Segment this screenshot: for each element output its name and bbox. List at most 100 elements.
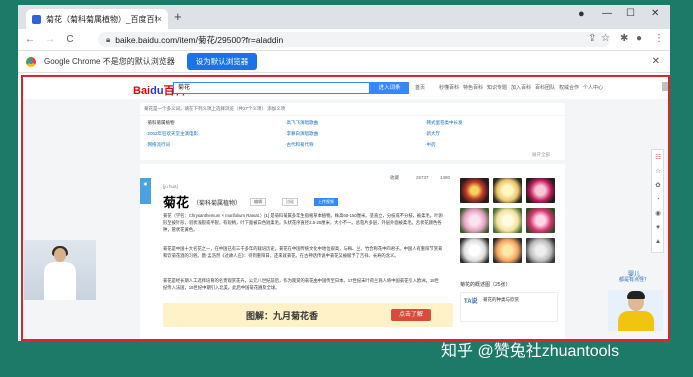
maximize-button[interactable]: ☐ xyxy=(626,8,635,19)
back-to-top-icon[interactable]: ▲ xyxy=(654,238,662,246)
ad-person-hair xyxy=(627,291,645,299)
watermark: 知乎 @赞兔社zhuantools xyxy=(441,343,620,360)
baidu-favicon-icon xyxy=(32,14,41,24)
pinyin-label: [jú huā] xyxy=(163,184,178,189)
gallery-image[interactable] xyxy=(493,208,522,233)
menu-dots-icon[interactable]: ⋮ xyxy=(654,33,664,44)
top-link-join[interactable]: 加入百科 xyxy=(511,84,531,91)
reload-icon[interactable]: C xyxy=(62,34,78,45)
banner-learn-more-button[interactable]: 点击了解 xyxy=(391,309,431,321)
infobar-message: Google Chrome 不是您的默认浏览器 xyxy=(44,57,175,66)
browser-tab[interactable]: 菊花（菊科菊属植物）_百度百科 × xyxy=(26,9,168,29)
tab-close-icon[interactable]: × xyxy=(157,14,162,24)
gallery-image[interactable] xyxy=(526,238,555,263)
image-gallery[interactable]: 菊花的概述图（25张） xyxy=(460,178,558,291)
presenter-body xyxy=(44,262,76,300)
new-tab-button[interactable]: + xyxy=(174,9,182,24)
comment-icon[interactable]: ◔ xyxy=(654,196,662,204)
top-link-partners[interactable]: 权威合作 xyxy=(559,84,579,91)
enter-entry-button[interactable]: 进入词条 xyxy=(370,82,409,94)
favorite-link[interactable]: 收藏 xyxy=(390,175,399,181)
page-title: 菊花 xyxy=(163,195,190,210)
catalog-icon[interactable]: ☷ xyxy=(654,154,662,162)
url-text: baike.baidu.com/item/菊花/29500?fr=aladdin xyxy=(115,34,284,45)
address-bar-row: ← → C 🔒︎ baike.baidu.com/item/菊花/29500?f… xyxy=(18,29,670,50)
close-window-button[interactable]: ✕ xyxy=(651,8,659,19)
side-tool-rail: ☷ ☆ ✿ ◔ ◉ ♥ ▲ xyxy=(651,149,664,253)
gallery-image[interactable] xyxy=(460,238,489,263)
lock-icon: 🔒︎ xyxy=(106,34,111,44)
edit-button[interactable]: 编辑 xyxy=(250,198,266,206)
gallery-image[interactable] xyxy=(526,208,555,233)
browser-window: 菊花（菊科菊属植物）_百度百科 × + ● — ☐ ✕ ← → C 🔒︎ bai… xyxy=(18,5,670,341)
gallery-image[interactable] xyxy=(460,178,489,203)
top-link-team[interactable]: 百科团队 xyxy=(535,84,555,91)
chrome-logo-icon xyxy=(26,56,36,67)
vertical-scrollbar[interactable] xyxy=(662,82,668,91)
sense-item[interactable]: ·网络流行词 xyxy=(146,142,170,148)
top-link-miaodong[interactable]: 秒懂百科 xyxy=(439,84,459,91)
top-link-home[interactable]: 首页 xyxy=(415,84,425,91)
sense-item[interactable]: ·2002年狂欢天堂主演电影 xyxy=(146,131,198,137)
culture-paragraph: 菊花是中国十大名花之一，在中国已有三千多年的栽培历史。菊花在中国传统文化中地位很… xyxy=(163,246,443,258)
flower-icon[interactable]: ✿ xyxy=(654,182,662,190)
bottom-right-ad[interactable]: 婴儿 都是有点怪？ xyxy=(608,272,663,331)
page-subtitle: （菊科菊属植物） xyxy=(193,201,242,207)
sense-item[interactable]: ·李慕白演唱歌曲 xyxy=(285,131,318,137)
like-icon[interactable]: ♥ xyxy=(654,224,662,232)
history-paragraph: 菊花是经长期人工选择培育的名贵观赏花卉，公元八世纪前后，作为观赏的菊花由中国传至… xyxy=(163,278,439,290)
share-icon[interactable]: ⇪ xyxy=(588,33,596,44)
top-link-topics[interactable]: 知识专题 xyxy=(487,84,507,91)
url-field[interactable]: 🔒︎ baike.baidu.com/item/菊花/29500?fr=alad… xyxy=(98,32,610,47)
gallery-image[interactable] xyxy=(460,208,489,233)
extensions-icon[interactable]: ✱ xyxy=(620,33,628,44)
banner-title: 图解：九月菊花香 xyxy=(246,311,319,321)
top-link-personal[interactable]: 个人中心 xyxy=(583,84,603,91)
sense-item[interactable]: ·高飞飞演唱歌曲 xyxy=(285,120,318,126)
sense-item[interactable]: ·菊科菊属植物 xyxy=(146,120,175,126)
like-count[interactable]: 26737 xyxy=(416,175,429,180)
sense-item[interactable]: ·韩式蛋卷类中长发 xyxy=(425,120,463,126)
lemma-side-badge[interactable]: ▣ xyxy=(140,178,151,204)
ad-person-shirt xyxy=(618,311,654,331)
expand-all-link[interactable]: 展开全部 xyxy=(532,152,550,158)
gallery-image[interactable] xyxy=(493,238,522,263)
infobar-close-icon[interactable]: ✕ xyxy=(652,56,660,67)
set-default-browser-button[interactable]: 设为默认浏览器 xyxy=(186,53,258,70)
ta-says-box[interactable]: TA说 菊花的种类与欣赏 xyxy=(460,292,558,322)
baike-search-input[interactable]: 菊花 xyxy=(173,82,370,94)
baike-header: Baidu百科 菊花 进入词条 首页 秒懂百科 特色百科 知识专题 加入百科 百… xyxy=(23,77,668,99)
sense-item[interactable]: ·中药 xyxy=(425,142,436,148)
share-circle-icon[interactable]: ◉ xyxy=(654,210,662,218)
top-link-featured[interactable]: 特色百科 xyxy=(463,84,483,91)
share-count[interactable]: 1480 xyxy=(440,175,450,180)
article-main: ▣ [jú huā] 收藏 26737 1480 菊花 （菊科菊属植物） 编辑 … xyxy=(140,164,565,339)
disambiguation-list: ·菊科菊属植物 ·2002年狂欢天堂主演电影 ·网络流行词 ·高飞飞演唱歌曲 ·… xyxy=(140,116,565,160)
gallery-image[interactable] xyxy=(493,178,522,203)
gallery-caption[interactable]: 菊花的概述图（25张） xyxy=(460,281,511,288)
tab-title: 菊花（菊科菊属植物）_百度百科 xyxy=(46,14,157,24)
ad-subtitle: 都是有点怪？ xyxy=(619,277,650,283)
minimize-button[interactable]: — xyxy=(602,8,612,19)
sense-item[interactable]: ·新大厅 xyxy=(425,131,440,137)
promo-banner[interactable]: 图解：九月菊花香 点击了解 xyxy=(163,303,453,327)
ta-says-text: 菊花的种类与欣赏 xyxy=(483,297,519,302)
presenter-video-overlay[interactable] xyxy=(24,240,96,300)
intro-paragraph: 菊花（学名：Chrysanthemum × morifolium Ramat.）… xyxy=(163,213,443,232)
bookmark-star-icon[interactable]: ☆ xyxy=(601,33,610,44)
discuss-button[interactable]: 讨论 xyxy=(282,198,298,206)
default-browser-infobar: Google Chrome 不是您的默认浏览器 设为默认浏览器 ✕ xyxy=(18,50,670,73)
page-content: Baidu百科 菊花 进入词条 首页 秒懂百科 特色百科 知识专题 加入百科 百… xyxy=(21,75,670,341)
tab-strip: 菊花（菊科菊属植物）_百度百科 × + ● — ☐ ✕ xyxy=(18,5,670,29)
upload-video-button[interactable]: 上传视频 xyxy=(314,198,338,206)
gallery-image[interactable] xyxy=(526,178,555,203)
record-icon[interactable]: ● xyxy=(578,8,585,20)
forward-arrow-icon[interactable]: → xyxy=(42,34,58,45)
star-icon[interactable]: ☆ xyxy=(654,168,662,176)
presenter-head xyxy=(54,248,66,262)
polysemy-notice: 菊花是一个多义词，请在下列义项上选择浏览（共27个义项） 添加义项 xyxy=(140,103,565,115)
sense-item[interactable]: ·古代和菊代称 xyxy=(285,142,314,148)
profile-icon[interactable]: ● xyxy=(636,33,642,44)
ta-says-title: TA说 xyxy=(464,299,478,305)
back-arrow-icon[interactable]: ← xyxy=(22,34,38,45)
